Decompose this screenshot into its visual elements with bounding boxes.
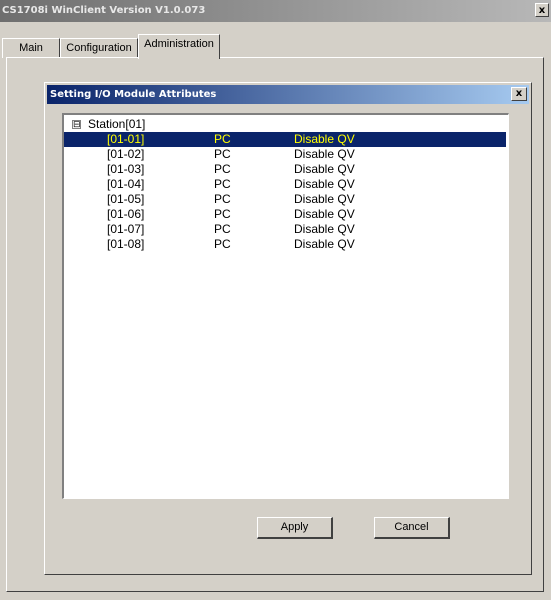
port-id: [01-04] bbox=[107, 177, 145, 191]
port-qv-setting: Disable QV bbox=[294, 147, 355, 161]
port-id: [01-07] bbox=[107, 222, 145, 236]
io-module-attributes-dialog: Setting I/O Module Attributes x ⊟ Statio… bbox=[44, 82, 532, 575]
port-id: [01-02] bbox=[107, 147, 145, 161]
port-qv-setting: Disable QV bbox=[294, 207, 355, 221]
dialog-title: Setting I/O Module Attributes bbox=[50, 89, 217, 100]
port-id: [01-01] bbox=[107, 132, 145, 146]
port-type: PC bbox=[214, 237, 231, 251]
tree-row-port[interactable]: [01-03] PC Disable QV bbox=[64, 162, 506, 177]
port-qv-setting: Disable QV bbox=[294, 132, 355, 146]
cancel-button[interactable]: Cancel bbox=[374, 517, 450, 539]
port-qv-setting: Disable QV bbox=[294, 177, 355, 191]
port-id: [01-05] bbox=[107, 192, 145, 206]
dialog-close-button[interactable]: x bbox=[511, 87, 527, 101]
tab-administration[interactable]: Administration bbox=[138, 34, 220, 59]
apply-button[interactable]: Apply bbox=[257, 517, 333, 539]
window-titlebar: CS1708i WinClient Version V1.0.073 x bbox=[0, 0, 551, 22]
window-title: CS1708i WinClient Version V1.0.073 bbox=[2, 5, 206, 16]
tree-row-port[interactable]: [01-05] PC Disable QV bbox=[64, 192, 506, 207]
station-label: Station[01] bbox=[88, 117, 146, 131]
port-type: PC bbox=[214, 177, 231, 191]
port-qv-setting: Disable QV bbox=[294, 237, 355, 251]
tree-row-port[interactable]: [01-07] PC Disable QV bbox=[64, 222, 506, 237]
tab-main[interactable]: Main bbox=[2, 38, 60, 58]
port-type: PC bbox=[214, 132, 231, 146]
tab-configuration[interactable]: Configuration bbox=[60, 38, 138, 58]
tree-row-port[interactable]: [01-01] PC Disable QV bbox=[64, 132, 506, 147]
port-type: PC bbox=[214, 207, 231, 221]
port-type: PC bbox=[214, 162, 231, 176]
port-id: [01-06] bbox=[107, 207, 145, 221]
port-id: [01-03] bbox=[107, 162, 145, 176]
port-type: PC bbox=[214, 222, 231, 236]
dialog-body: ⊟ Station[01] [01-01] PC Disable QV [01-… bbox=[45, 104, 531, 574]
dialog-titlebar: Setting I/O Module Attributes x bbox=[47, 85, 529, 104]
port-id: [01-08] bbox=[107, 237, 145, 251]
port-type: PC bbox=[214, 147, 231, 161]
port-type: PC bbox=[214, 192, 231, 206]
tree-row-port[interactable]: [01-04] PC Disable QV bbox=[64, 177, 506, 192]
tree-row-port[interactable]: [01-02] PC Disable QV bbox=[64, 147, 506, 162]
port-qv-setting: Disable QV bbox=[294, 162, 355, 176]
collapse-icon[interactable]: ⊟ bbox=[72, 120, 81, 129]
port-qv-setting: Disable QV bbox=[294, 222, 355, 236]
station-tree[interactable]: ⊟ Station[01] [01-01] PC Disable QV [01-… bbox=[62, 113, 509, 499]
tree-row-port[interactable]: [01-06] PC Disable QV bbox=[64, 207, 506, 222]
window-close-button[interactable]: x bbox=[535, 3, 549, 17]
tree-row-port[interactable]: [01-08] PC Disable QV bbox=[64, 237, 506, 252]
port-qv-setting: Disable QV bbox=[294, 192, 355, 206]
